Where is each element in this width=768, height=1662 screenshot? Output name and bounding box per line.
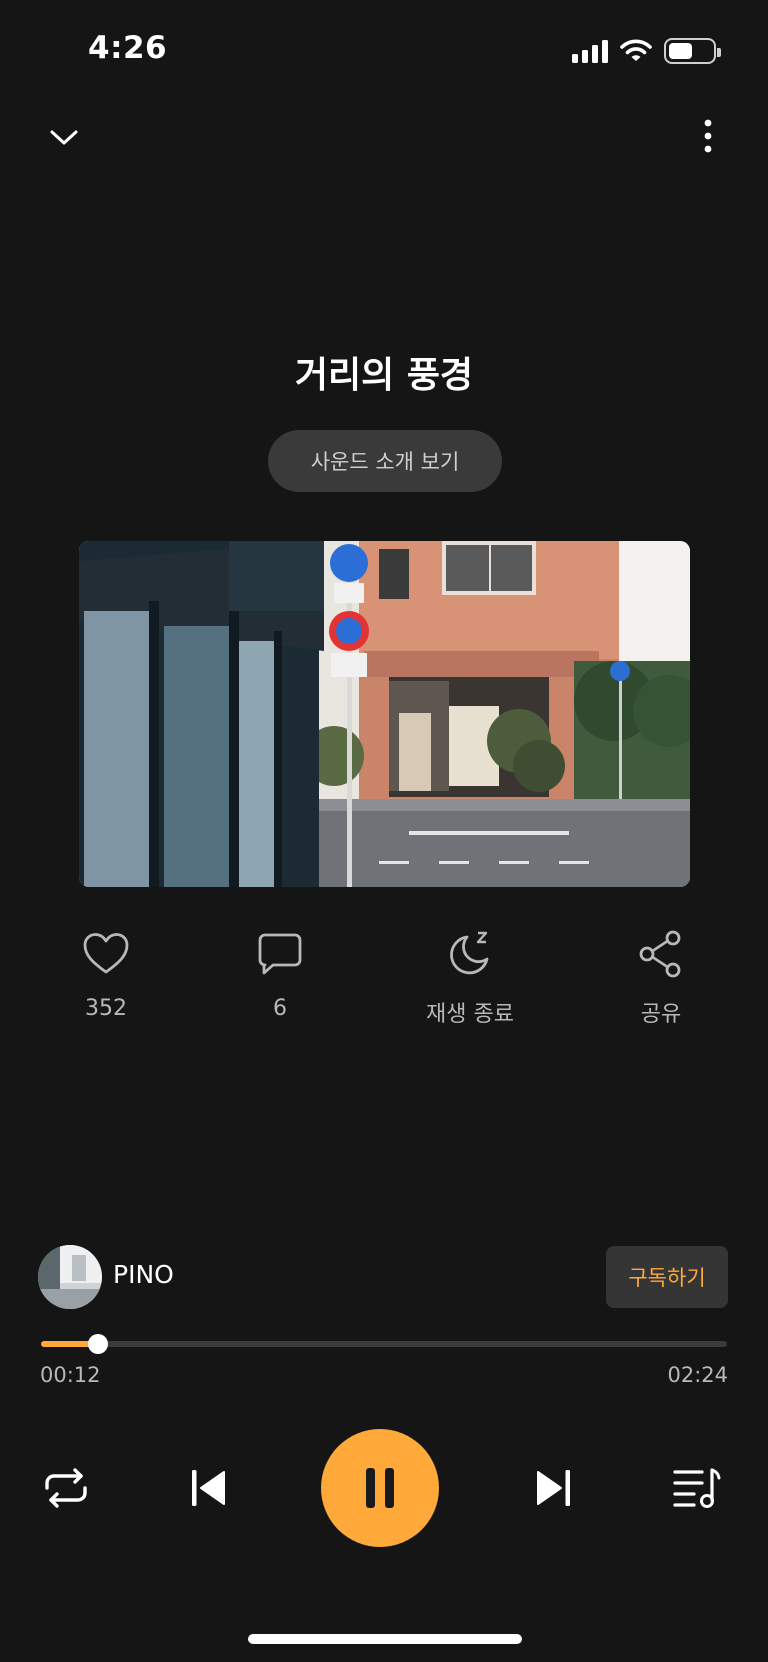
sleep-timer-button[interactable]: 재생 종료 [400, 928, 540, 1028]
repeat-icon [45, 1468, 87, 1508]
subscribe-button[interactable]: 구독하기 [606, 1246, 728, 1308]
playlist-button[interactable] [670, 1462, 724, 1514]
skip-previous-icon [192, 1470, 225, 1506]
sound-intro-button[interactable]: 사운드 소개 보기 [268, 430, 502, 492]
artist-name[interactable]: PINO [113, 1260, 174, 1289]
more-options-button[interactable] [688, 112, 728, 160]
progress-bar[interactable] [41, 1334, 727, 1354]
share-label: 공유 [640, 1002, 682, 1027]
total-time: 02:24 [667, 1363, 728, 1387]
chevron-down-icon [50, 130, 78, 145]
current-time: 00:12 [40, 1363, 101, 1387]
battery-icon [664, 38, 721, 64]
comment-count: 6 [273, 996, 287, 1021]
like-count: 352 [85, 996, 127, 1021]
comment-button[interactable]: 6 [210, 928, 350, 1021]
collapse-button[interactable] [40, 114, 88, 162]
track-artwork [79, 541, 690, 887]
previous-button[interactable] [182, 1464, 234, 1512]
moon-sleep-icon [450, 931, 489, 975]
more-vertical-icon [704, 119, 712, 153]
track-title: 거리의 풍경 [294, 355, 474, 396]
sleep-timer-label: 재생 종료 [426, 1002, 514, 1027]
progress-thumb[interactable] [87, 1334, 108, 1354]
status-time: 4:26 [88, 30, 168, 66]
pause-button[interactable] [321, 1429, 439, 1547]
heart-icon [83, 933, 129, 974]
status-icons [572, 36, 721, 66]
like-button[interactable]: 352 [36, 928, 176, 1021]
wifi-icon [620, 39, 652, 61]
status-bar: 4:26 [0, 0, 768, 100]
share-button[interactable]: 공유 [591, 928, 731, 1028]
next-button[interactable] [528, 1464, 580, 1512]
share-icon [639, 930, 681, 978]
pause-icon [366, 1468, 394, 1508]
playlist-icon [673, 1468, 721, 1508]
comment-icon [258, 933, 302, 975]
skip-next-icon [537, 1470, 570, 1506]
artist-avatar[interactable] [38, 1245, 102, 1309]
home-indicator[interactable] [248, 1634, 522, 1644]
cellular-signal-icon [572, 39, 608, 63]
repeat-button[interactable] [40, 1462, 92, 1514]
